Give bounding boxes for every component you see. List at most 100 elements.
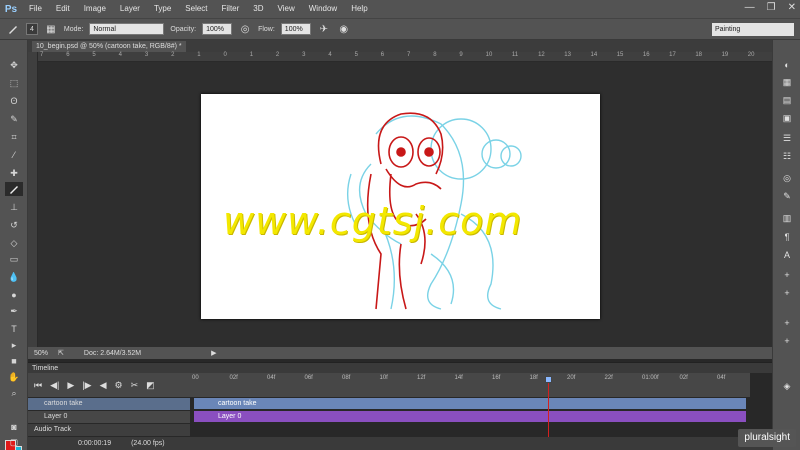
next-frame-icon[interactable]: |▶ — [82, 380, 91, 391]
menu-image[interactable]: Image — [77, 0, 113, 18]
pressure-opacity-icon[interactable]: ◎ — [238, 22, 252, 36]
mode-select[interactable]: Normal — [89, 23, 165, 35]
ruler-tick-label: 13 — [564, 52, 571, 58]
menu-filter[interactable]: Filter — [215, 0, 247, 18]
marquee-tool-icon[interactable]: ⬚ — [5, 76, 23, 90]
character-panel-icon[interactable]: A — [778, 248, 796, 261]
eyedropper-tool-icon[interactable]: ⁄ — [5, 148, 23, 162]
document-tab[interactable]: 10_begin.psd @ 50% (cartoon take, RGB/8#… — [32, 41, 186, 52]
ruler-tick-label: 9 — [459, 52, 463, 58]
menu-view[interactable]: View — [271, 0, 302, 18]
stamp-tool-icon[interactable]: ⊥ — [5, 200, 23, 214]
pressure-size-icon[interactable]: ◉ — [337, 22, 351, 36]
menu-window[interactable]: Window — [302, 0, 344, 18]
tools-panel: ✥ ⬚ ʘ ✎ ⌗ ⁄ ✚ ⊥ ↺ ◇ ▭ 💧 ● ✒ T ▸ ■ ✋ ⌕ ◙ … — [0, 40, 28, 450]
navigator-panel-icon[interactable]: + — [778, 334, 796, 347]
brush-tool-icon[interactable] — [5, 182, 23, 196]
crop-tool-icon[interactable]: ⌗ — [5, 130, 23, 144]
workspace-select[interactable]: Painting — [712, 23, 794, 36]
menu-3d[interactable]: 3D — [246, 0, 270, 18]
ruler-tick-label: 3 — [302, 52, 306, 58]
color-panel-icon[interactable]: ◐ — [778, 58, 796, 71]
paragraph-panel-icon[interactable]: ¶ — [778, 230, 796, 243]
settings-gear-icon[interactable]: ⚙ — [114, 380, 122, 391]
split-scissors-icon[interactable]: ✂ — [131, 380, 139, 391]
dodge-tool-icon[interactable]: ● — [5, 288, 23, 302]
properties-panel-icon[interactable]: + — [778, 286, 796, 299]
timeline-ruler[interactable]: 00 02f 04f 06f 08f 10f 12f 14f 16f 18f 20f 22f 01:00… — [190, 373, 750, 397]
ruler-tick-label: 1 — [249, 52, 254, 58]
restore-button[interactable]: ❐ — [767, 2, 776, 13]
transition-icon[interactable]: ◩ — [146, 380, 155, 391]
brush-panel-icon[interactable]: ◎ — [778, 172, 796, 185]
track-audio-name[interactable]: Audio Track — [28, 424, 190, 436]
shape-tool-icon[interactable]: ■ — [5, 354, 23, 368]
screen-mode-icon[interactable]: ▢ — [5, 435, 23, 449]
brush-preset-icon[interactable] — [6, 22, 20, 36]
track-cartoon-take-name[interactable]: cartoon take — [28, 398, 190, 410]
status-menu-arrow-icon[interactable]: ▶ — [211, 349, 216, 357]
track-layer-0-name[interactable]: Layer 0 — [28, 411, 190, 423]
timeline-ruler-label: 20f — [567, 375, 576, 381]
menu-type[interactable]: Type — [147, 0, 178, 18]
timeline-ruler-label: 08f — [342, 375, 351, 381]
quick-mask-icon[interactable]: ◙ — [5, 420, 23, 434]
layers-panel-icon[interactable]: ☰ — [778, 132, 796, 145]
export-icon[interactable]: ⇱ — [58, 349, 64, 357]
blur-tool-icon[interactable]: 💧 — [5, 270, 23, 284]
track-cartoon-take-bar[interactable]: cartoon take — [194, 398, 746, 409]
brush-size-picker[interactable]: 4 — [26, 23, 38, 35]
minimize-button[interactable]: — — [745, 2, 755, 13]
path-select-tool-icon[interactable]: ▸ — [5, 338, 23, 352]
airbrush-icon[interactable]: ✈ — [317, 22, 331, 36]
timeline-ruler-label: 10f — [379, 375, 388, 381]
flow-field[interactable]: 100% — [280, 23, 311, 35]
zoom-tool-icon[interactable]: ⌕ — [5, 386, 23, 400]
close-button[interactable]: ✕ — [788, 2, 796, 13]
document-canvas[interactable]: www.cgtsj.com — [201, 94, 600, 319]
options-bar: 4 ▦ Mode: Normal Opacity: 100% ◎ Flow: 1… — [0, 18, 800, 40]
timeline-controls: ⏮ ◀| ▶ |▶ ◀ ⚙ ✂ ◩ — [28, 373, 190, 397]
window-controls: — ❐ ✕ — [745, 2, 796, 13]
ruler-tick-label: 4 — [328, 52, 332, 58]
timeline-ruler-label: 00 — [192, 375, 199, 381]
adjustments-panel-icon[interactable]: ▤ — [778, 94, 796, 107]
ruler-tick-label: 15 — [616, 52, 624, 58]
opacity-field[interactable]: 100% — [202, 23, 233, 35]
eraser-tool-icon[interactable]: ◇ — [5, 236, 23, 250]
brush-presets-icon[interactable]: ✎ — [778, 190, 796, 203]
opacity-label: Opacity: — [170, 25, 197, 33]
track-layer-0-bar[interactable]: Layer 0 — [194, 411, 746, 422]
history-panel-icon[interactable]: ▥ — [778, 212, 796, 225]
3d-panel-icon[interactable]: ◈ — [778, 380, 796, 393]
zoom-level[interactable]: 50% — [34, 350, 48, 357]
menu-edit[interactable]: Edit — [49, 0, 77, 18]
menu-help[interactable]: Help — [344, 0, 374, 18]
gradient-tool-icon[interactable]: ▭ — [5, 252, 23, 266]
previous-frame-icon[interactable]: ◀| — [50, 380, 59, 391]
history-brush-tool-icon[interactable]: ↺ — [5, 218, 23, 232]
quick-select-tool-icon[interactable]: ✎ — [5, 112, 23, 126]
menu-layer[interactable]: Layer — [113, 0, 147, 18]
timeline-add-icon[interactable]: + — [778, 268, 796, 281]
type-tool-icon[interactable]: T — [5, 322, 23, 336]
healing-tool-icon[interactable]: ✚ — [5, 166, 23, 180]
swatches-panel-icon[interactable]: ▦ — [778, 76, 796, 89]
menu-select[interactable]: Select — [178, 0, 214, 18]
styles-panel-icon[interactable]: ▣ — [778, 112, 796, 125]
ruler-tick-label: 5 — [92, 52, 96, 58]
current-timecode[interactable]: 0:00:00:19 — [78, 440, 111, 447]
pen-tool-icon[interactable]: ✒ — [5, 304, 23, 318]
info-panel-icon[interactable]: + — [778, 316, 796, 329]
menu-file[interactable]: File — [22, 0, 49, 18]
audio-icon[interactable]: ◀ — [100, 380, 107, 391]
move-tool-icon[interactable]: ✥ — [5, 58, 23, 72]
timeline-title[interactable]: Timeline — [32, 365, 58, 372]
channels-panel-icon[interactable]: ☷ — [778, 150, 796, 163]
go-to-first-frame-icon[interactable]: ⏮ — [34, 380, 42, 391]
playhead-handle[interactable] — [545, 376, 552, 383]
brush-panel-icon[interactable]: ▦ — [44, 22, 58, 36]
lasso-tool-icon[interactable]: ʘ — [5, 94, 23, 108]
play-icon[interactable]: ▶ — [67, 380, 74, 391]
hand-tool-icon[interactable]: ✋ — [5, 370, 23, 384]
